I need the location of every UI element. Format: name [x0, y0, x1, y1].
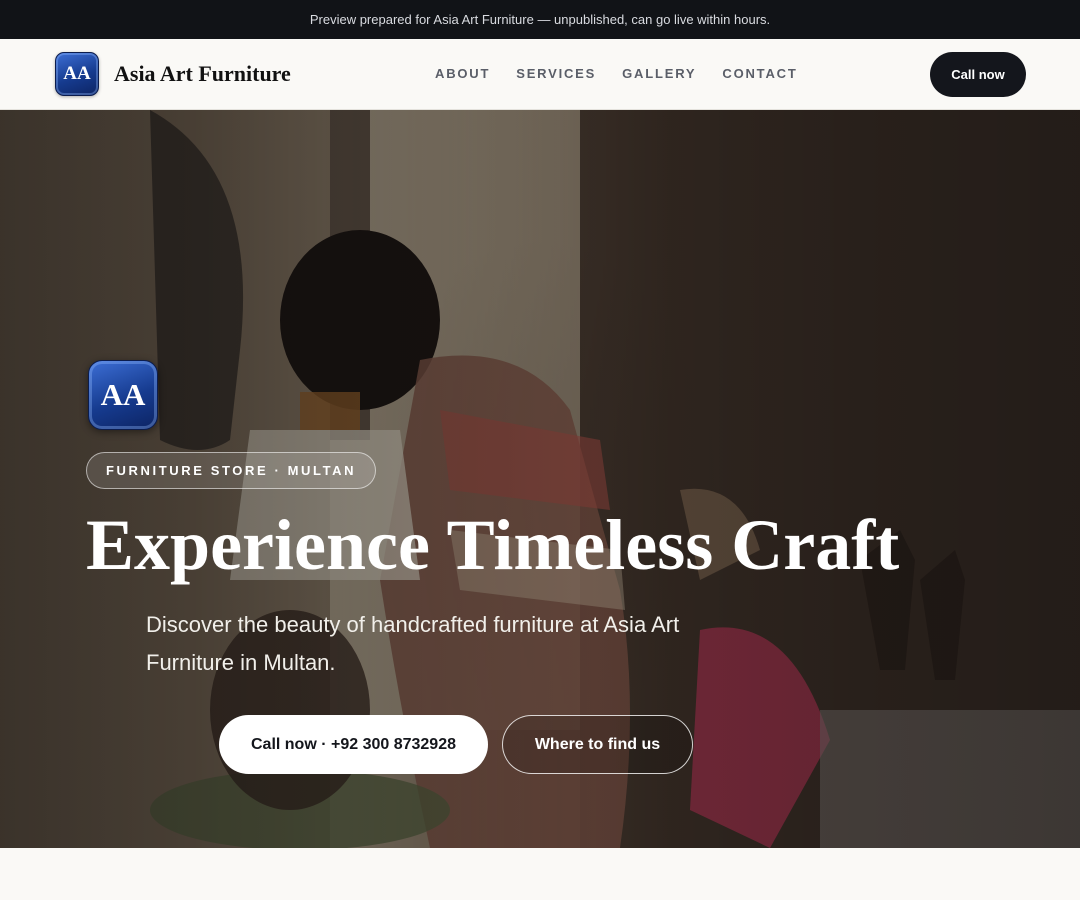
header-call-button[interactable]: Call now [930, 52, 1026, 97]
hero-find-us-button[interactable]: Where to find us [502, 715, 693, 774]
nav-services[interactable]: SERVICES [516, 66, 596, 81]
main-nav: ABOUT SERVICES GALLERY CONTACT [435, 66, 798, 81]
hero-logo-initials: AA [100, 377, 146, 412]
brand-name[interactable]: Asia Art Furniture [114, 61, 291, 87]
hero-logo-badge: AA [88, 360, 158, 430]
hero-title: Experience Timeless Craft [86, 505, 900, 585]
hero-section: AA FURNITURE STORE · MULTAN Experience T… [0, 110, 1080, 848]
logo-initials: AA [63, 63, 91, 84]
preview-banner-text: Preview prepared for Asia Art Furniture … [309, 12, 771, 27]
nav-contact[interactable]: CONTACT [722, 66, 797, 81]
hero-call-button[interactable]: Call now · +92 300 8732928 [219, 715, 488, 774]
hero-eyebrow-pill: FURNITURE STORE · MULTAN [86, 452, 377, 489]
preview-banner: Preview prepared for Asia Art Furniture … [0, 0, 1080, 39]
site-header: AA Asia Art Furniture ABOUT SERVICES GAL… [0, 39, 1080, 110]
logo-badge[interactable]: AA [55, 52, 99, 96]
nav-gallery[interactable]: GALLERY [622, 66, 696, 81]
nav-about[interactable]: ABOUT [435, 66, 490, 81]
hero-subtitle: Discover the beauty of handcrafted furni… [146, 612, 680, 675]
